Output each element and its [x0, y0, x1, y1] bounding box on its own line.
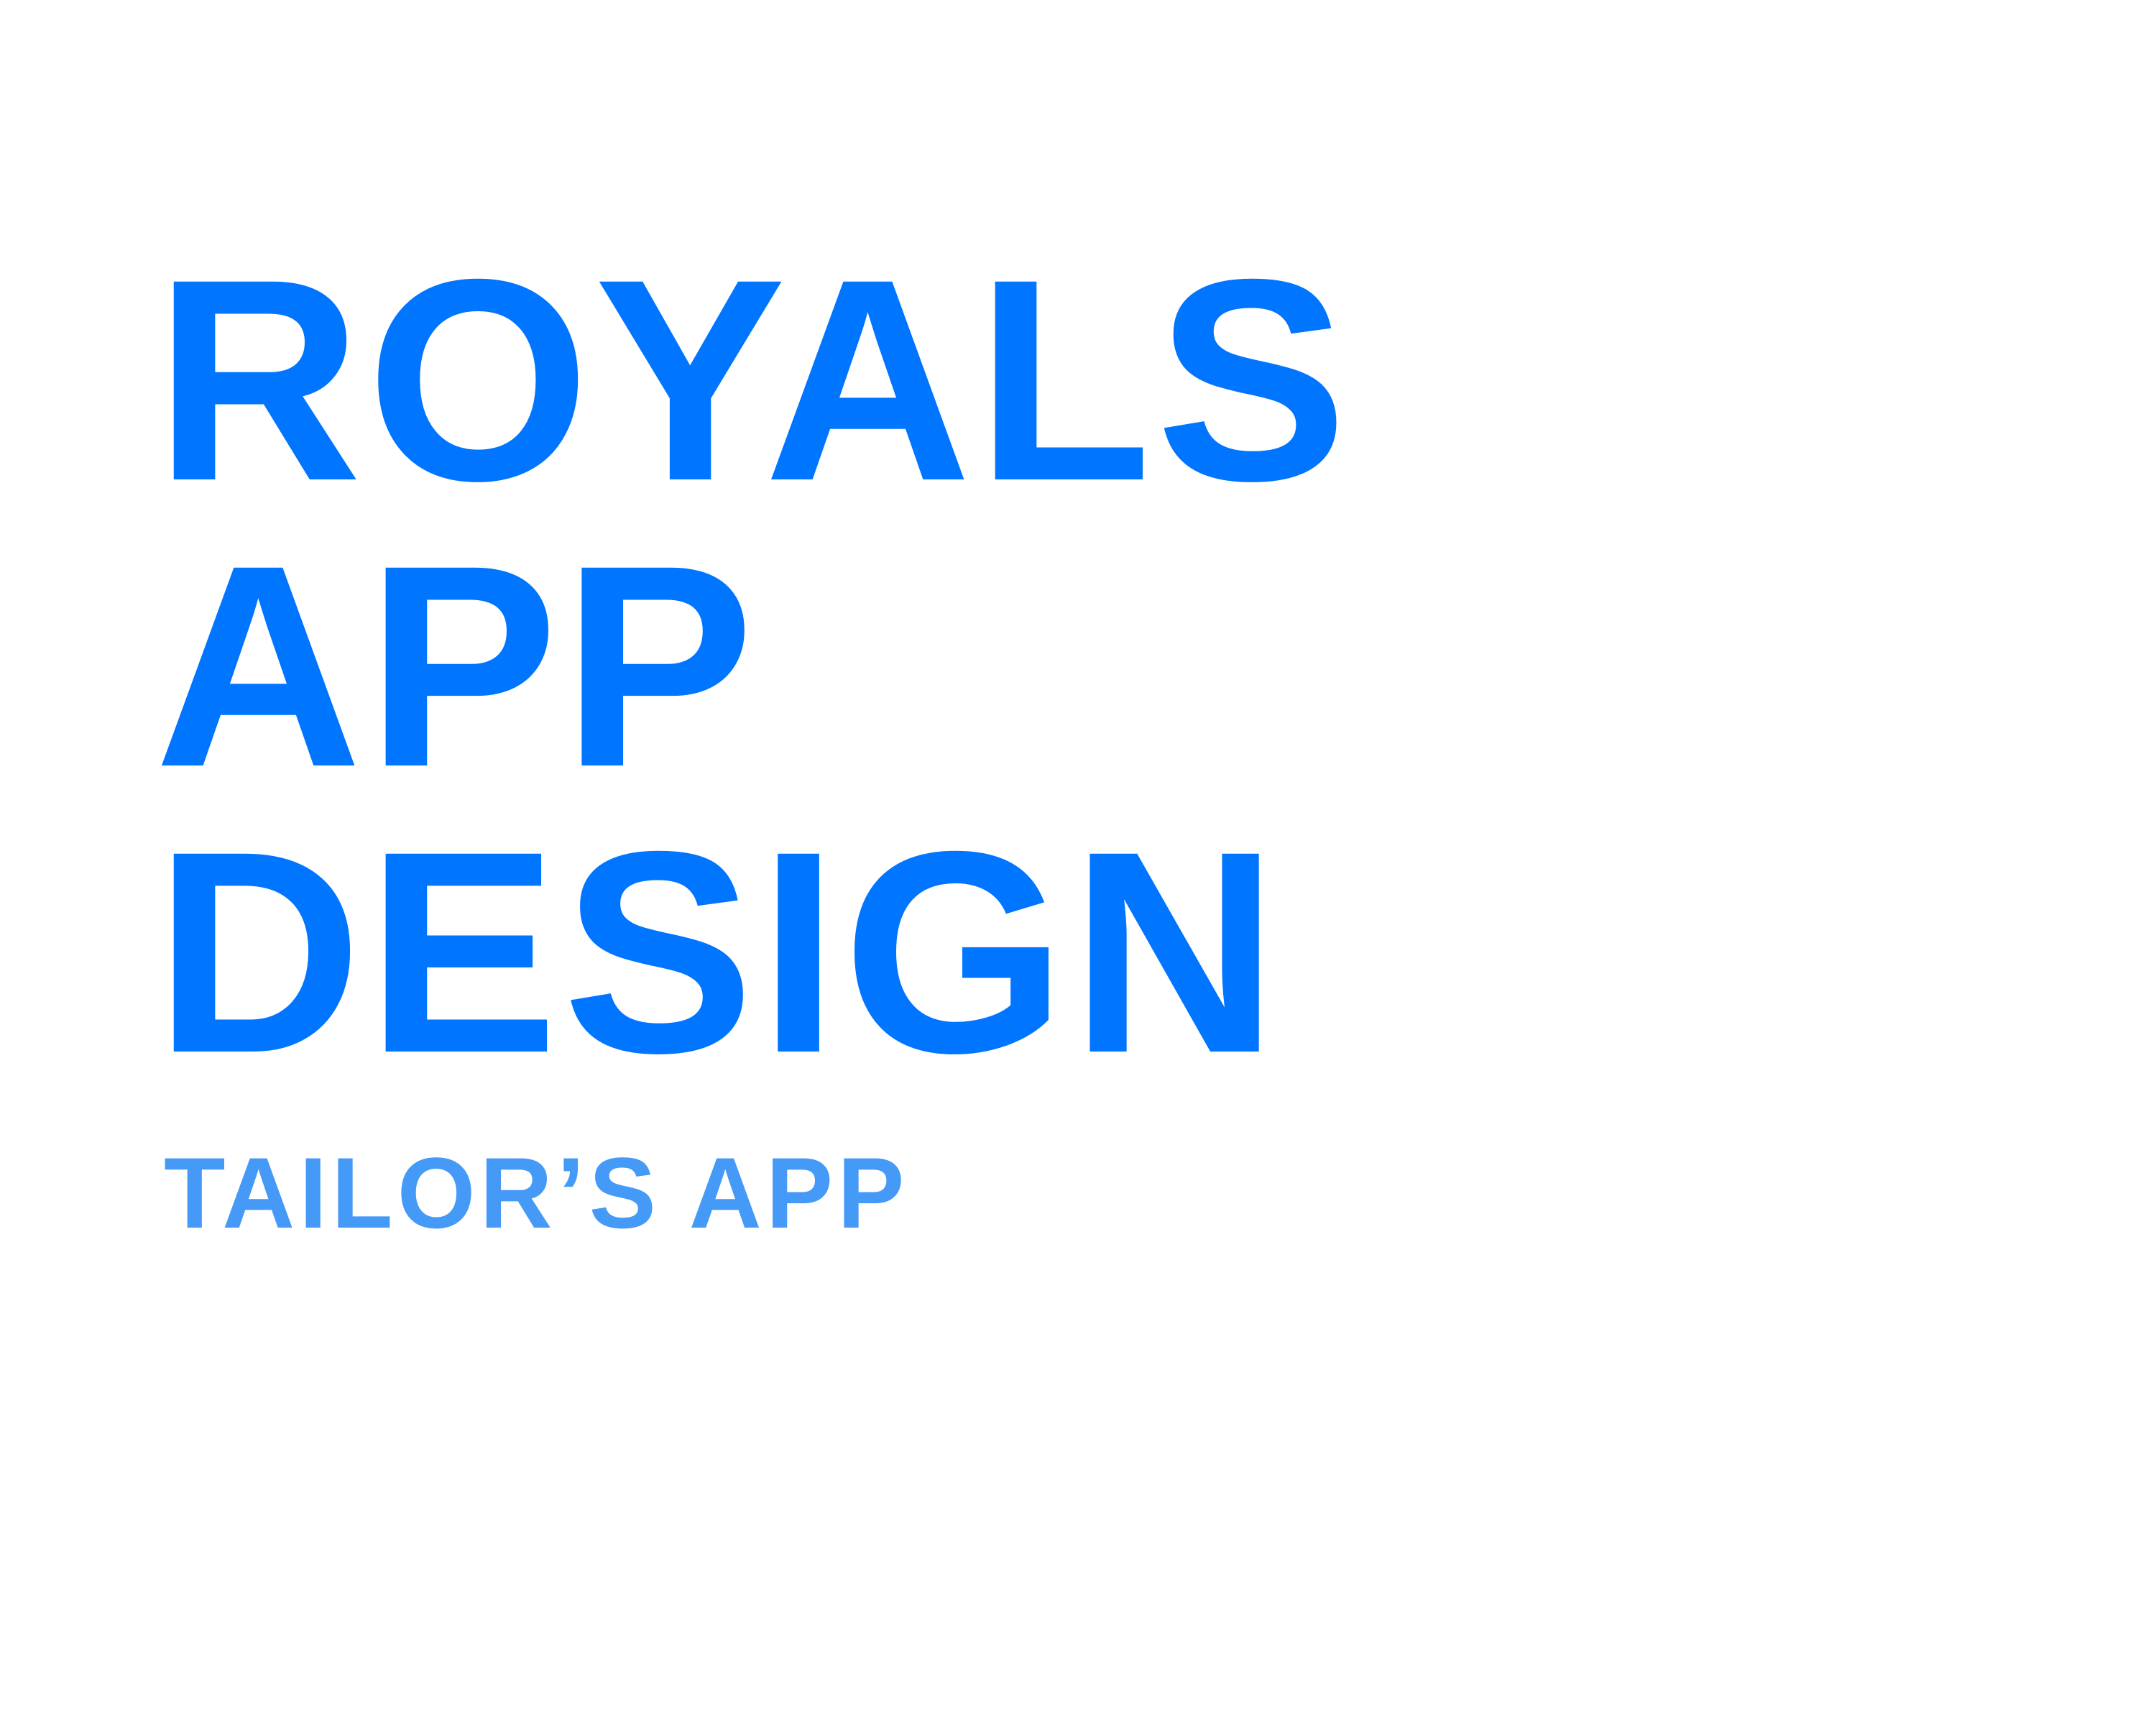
title-line-1: ROYALS — [155, 219, 1353, 540]
subtitle: TAILOR’S APP — [164, 1136, 909, 1249]
title-line-2: APP — [155, 505, 759, 827]
main-title: ROYALS APP DESIGN — [155, 219, 1353, 1113]
title-line-3: DESIGN — [155, 791, 1283, 1113]
